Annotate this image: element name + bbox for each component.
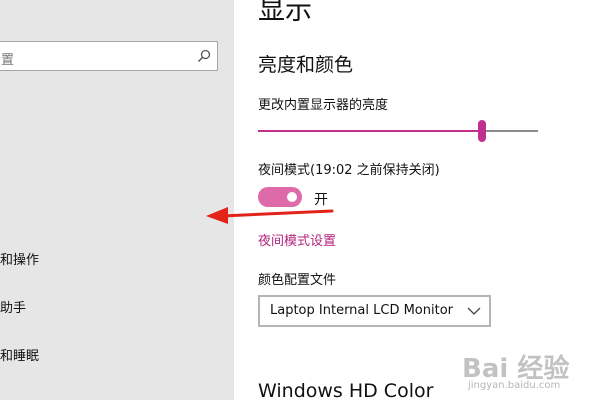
chevron-down-icon [467,307,481,315]
color-profile-label: 颜色配置文件 [258,273,337,288]
annotation-arrow [206,207,334,224]
page-title: 显示 [258,0,312,26]
sidebar-item-focus-assist[interactable]: 助手 [0,297,26,316]
section-title-brightness-color: 亮度和颜色 [258,54,354,76]
search-box[interactable]: 置 [0,41,218,71]
slider-thumb[interactable] [478,120,486,142]
brightness-label: 更改内置显示器的亮度 [258,98,389,113]
search-icon[interactable] [197,49,211,63]
brightness-slider[interactable] [258,120,538,144]
search-input[interactable]: 置 [1,49,14,68]
sidebar: 置 和操作 助手 和睡眠 [0,0,234,400]
sidebar-item-notifications-actions[interactable]: 和操作 [0,249,39,268]
watermark: Bai 经验 jingyan.baidu.com [456,348,596,398]
slider-fill [258,130,482,132]
color-profile-dropdown[interactable]: Laptop Internal LCD Monitor [258,295,491,327]
night-mode-label: 夜间模式(19:02 之前保持关闭) [258,163,440,178]
night-mode-settings-link[interactable]: 夜间模式设置 [258,230,336,249]
watermark-url: jingyan.baidu.com [468,380,561,391]
color-profile-value: Laptop Internal LCD Monitor [270,303,454,318]
sidebar-item-power-sleep[interactable]: 和睡眠 [0,345,39,364]
hd-color-title: Windows HD Color [258,380,434,402]
